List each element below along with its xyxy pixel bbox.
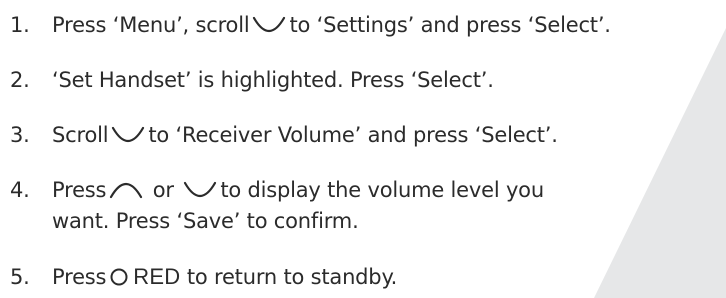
step-number: 5.: [10, 265, 30, 289]
step-number: 1.: [10, 13, 30, 37]
scroll-down-icon: [111, 123, 145, 154]
red-key-label: RED: [133, 264, 181, 289]
step-1: 1. Press ‘Menu’, scroll to ‘Settings’ and …: [10, 10, 611, 44]
step-text-middle: or: [146, 178, 181, 202]
step-text-before: Press: [52, 265, 107, 289]
step-text-after: to return to standby.: [186, 265, 398, 289]
step-2: 2. ‘Set Handset’ is highlighted. Press ‘S…: [10, 65, 494, 96]
step-4-continuation: want. Press ‘Save’ to confirm.: [52, 209, 359, 233]
scroll-up-icon: [109, 178, 143, 209]
step-number: 3.: [10, 123, 30, 147]
step-text: ‘Set Handset’ is highlighted. Press ‘Sel…: [52, 68, 494, 92]
step-5: 5. Press RED to return to standby.: [10, 261, 397, 296]
step-4: 4. Press or to display the volume level y…: [10, 175, 544, 209]
step-text-after: to ‘Settings’ and press ‘Select’.: [289, 13, 611, 37]
step-text-before: Scroll: [52, 123, 109, 147]
red-button-icon: [109, 265, 129, 296]
step-number: 2.: [10, 68, 30, 92]
step-text-before: Press: [52, 178, 107, 202]
step-number: 4.: [10, 178, 30, 202]
step-text-after: to display the volume level you: [220, 178, 544, 202]
step-text-after: to ‘Receiver Volume’ and press ‘Select’.: [148, 123, 558, 147]
scroll-down-icon: [183, 178, 217, 209]
step-3: 3. Scroll to ‘Receiver Volume’ and press ‘…: [10, 120, 558, 154]
scroll-down-icon: [252, 13, 286, 44]
step-text-before: Press ‘Menu’, scroll: [52, 13, 250, 37]
